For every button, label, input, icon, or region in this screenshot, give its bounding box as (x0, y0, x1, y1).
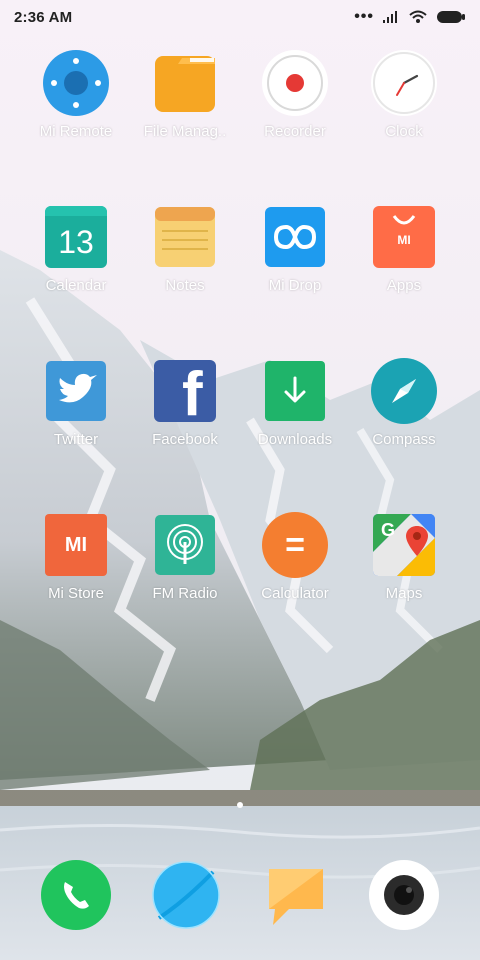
app-label: Apps (386, 277, 422, 294)
app-label: Mi Store (48, 585, 104, 602)
cellular-signal-icon (383, 11, 397, 23)
app-apps-store[interactable]: MI Apps (349, 204, 459, 294)
twitter-icon (43, 358, 109, 424)
calculator-icon: = (262, 512, 328, 578)
app-label: Calendar (45, 277, 107, 294)
app-compass[interactable]: Compass (349, 358, 459, 448)
app-maps[interactable]: G Maps (349, 512, 459, 602)
notes-icon (152, 204, 218, 270)
app-label: Clock (385, 123, 423, 140)
wifi-icon (409, 10, 427, 23)
app-clock[interactable]: Clock (349, 50, 459, 140)
app-label: Downloads (257, 431, 333, 448)
app-label: Mi Remote (39, 123, 113, 140)
app-grid: Mi Remote File Manag.. Recorder Clock 13… (0, 0, 480, 960)
app-calculator[interactable]: = Calculator (240, 512, 350, 602)
app-downloads[interactable]: Downloads (240, 358, 350, 448)
mi-store-icon: MI (43, 512, 109, 578)
status-icons: ••• (354, 8, 466, 25)
app-notes[interactable]: Notes (130, 204, 240, 294)
dock-phone[interactable] (41, 860, 111, 930)
app-mi-drop[interactable]: Mi Drop (240, 204, 350, 294)
app-fm-radio[interactable]: FM Radio (130, 512, 240, 602)
page-indicator (0, 802, 480, 808)
dock-camera[interactable] (369, 860, 439, 930)
app-label: Calculator (261, 585, 329, 602)
compass-icon (371, 358, 437, 424)
app-store-icon: MI (371, 204, 437, 270)
app-label: Twitter (53, 431, 99, 448)
calendar-date: 13 (58, 223, 94, 260)
maps-g-text: G (381, 520, 396, 540)
apps-mi-text: MI (397, 233, 411, 247)
status-time: 2:36 AM (14, 8, 73, 26)
app-calendar[interactable]: 13 Calendar (21, 204, 131, 294)
app-label: Mi Drop (268, 277, 322, 294)
app-label: Notes (165, 277, 205, 294)
app-twitter[interactable]: Twitter (21, 358, 131, 448)
downloads-icon (262, 358, 328, 424)
dock-messaging[interactable] (263, 863, 329, 929)
app-file-manager[interactable]: File Manag.. (130, 50, 240, 140)
maps-icon: G (371, 512, 437, 578)
dock-browser[interactable] (151, 860, 221, 930)
app-label: FM Radio (152, 585, 218, 602)
app-facebook[interactable]: f Facebook (130, 358, 240, 448)
file-manager-icon (152, 50, 218, 116)
messaging-icon (269, 869, 323, 925)
status-bar: 2:36 AM ••• (0, 0, 480, 34)
clock-icon (371, 50, 437, 116)
mi-remote-icon (43, 50, 109, 116)
app-label: Facebook (152, 431, 218, 448)
app-mi-store[interactable]: MI Mi Store (21, 512, 131, 602)
mi-store-text: MI (45, 514, 107, 576)
signal-dots-icon: ••• (354, 8, 374, 25)
calculator-symbol: = (262, 512, 328, 578)
page-dot-active[interactable] (237, 802, 243, 808)
calendar-icon: 13 (43, 204, 109, 270)
app-label: File Manag.. (143, 123, 227, 140)
mi-drop-icon (262, 204, 328, 270)
app-mi-remote[interactable]: Mi Remote (21, 50, 131, 140)
phone-icon (41, 860, 111, 930)
app-label: Recorder (264, 123, 326, 140)
facebook-icon: f (152, 358, 218, 424)
dock (0, 855, 480, 945)
app-label: Maps (385, 585, 423, 602)
fm-radio-icon (152, 512, 218, 578)
facebook-letter: f (182, 360, 203, 423)
app-recorder[interactable]: Recorder (240, 50, 350, 140)
battery-icon (437, 11, 465, 23)
app-label: Compass (372, 431, 436, 448)
recorder-icon (262, 50, 328, 116)
browser-icon (152, 861, 220, 929)
camera-icon (369, 860, 439, 930)
